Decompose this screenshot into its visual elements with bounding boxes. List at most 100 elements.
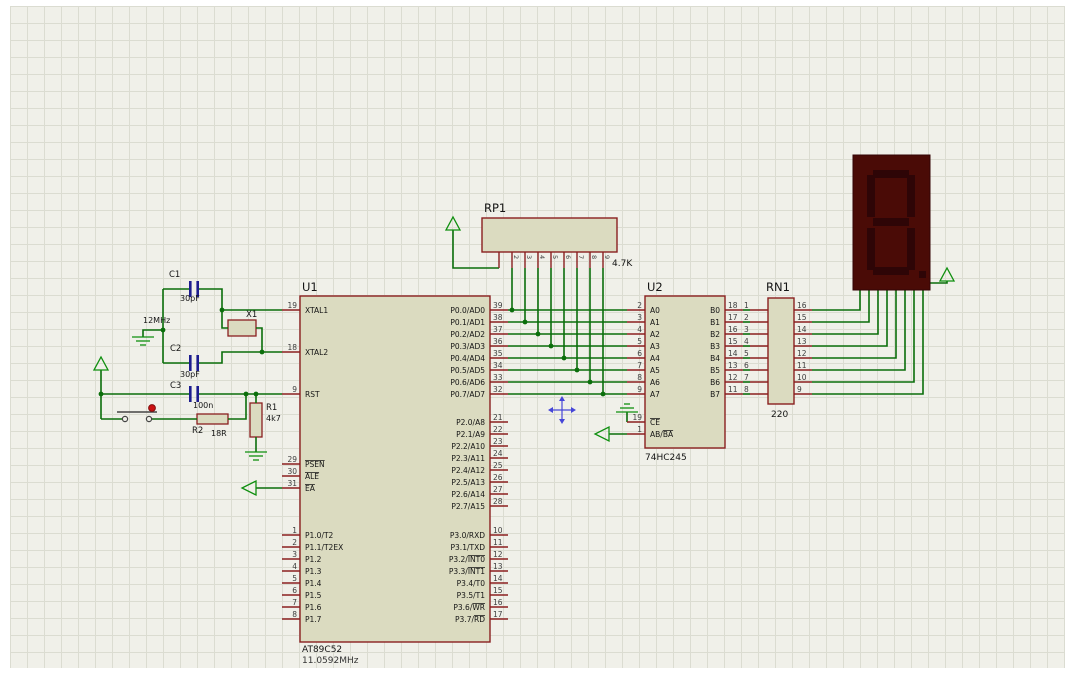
- push-button-contact[interactable]: [145, 415, 153, 423]
- pin-number: 36: [493, 337, 503, 346]
- pin-name: P2.6/A14: [451, 490, 485, 499]
- junction-dot: [98, 391, 104, 397]
- u1-clock-label: 11.0592MHz: [302, 656, 359, 666]
- pin-name: B3: [710, 342, 720, 351]
- x1-ref-label: X1: [246, 310, 257, 320]
- pin-number: 14: [797, 325, 807, 334]
- pin-name: CE: [650, 418, 660, 427]
- pin-number: 19: [632, 413, 642, 422]
- pin-name: P2.0/A8: [456, 418, 485, 427]
- pin-name: B6: [710, 378, 720, 387]
- seven-segment-display[interactable]: [852, 154, 931, 291]
- pin-number: 6: [292, 586, 297, 595]
- junction-dot: [259, 349, 265, 355]
- push-button-contact[interactable]: [121, 415, 129, 423]
- r2-body[interactable]: [196, 413, 229, 425]
- r2-ref-label: R2: [192, 426, 203, 436]
- rn1-body[interactable]: [767, 297, 795, 405]
- cursor-crosshair-icon: [571, 407, 576, 413]
- pin-name: P0.6/AD6: [450, 378, 485, 387]
- pin-number: 4: [744, 337, 749, 346]
- capacitor-plate[interactable]: [196, 355, 199, 371]
- pin-name: P3.0/RXD: [450, 531, 485, 540]
- pin-name: P0.2/AD2: [450, 330, 485, 339]
- pin-name: P2.7/A15: [451, 502, 485, 511]
- c1-value-label: 30pF: [180, 294, 200, 303]
- pin-number: 9: [292, 385, 297, 394]
- segment-e: [867, 228, 875, 270]
- junction-dot: [219, 307, 225, 313]
- pin-number: 6: [564, 255, 572, 259]
- pin-number: 4: [538, 255, 546, 259]
- pin-number: 13: [797, 337, 807, 346]
- pin-number: 21: [493, 413, 503, 422]
- pin-number: 7: [637, 361, 642, 370]
- pin-number: 18: [728, 301, 738, 310]
- capacitor-plate[interactable]: [189, 386, 192, 402]
- cursor-crosshair-icon: [559, 419, 565, 424]
- pin-name: P0.7/AD7: [450, 390, 485, 399]
- wire[interactable]: [228, 394, 247, 420]
- power-terminal[interactable]: [92, 355, 110, 371]
- c1-ref-label: C1: [169, 270, 180, 280]
- power-terminal[interactable]: [938, 266, 956, 282]
- wire[interactable]: [256, 327, 263, 352]
- wire[interactable]: [812, 290, 879, 335]
- c2-value-label: 30pF: [180, 370, 200, 379]
- pin-name: ALE: [305, 472, 319, 481]
- u1-part-label: AT89C52: [302, 645, 342, 655]
- power-terminal[interactable]: [444, 215, 462, 231]
- pin-name: P1.1/T2EX: [305, 543, 343, 552]
- pin-name: P3.4/T0: [457, 579, 486, 588]
- wire[interactable]: [812, 290, 888, 347]
- pin-name: P0.0/AD0: [450, 306, 485, 315]
- pin-number: 33: [493, 373, 503, 382]
- pin-number: 2: [292, 538, 297, 547]
- pin-number: 9: [797, 385, 802, 394]
- pin-number: 12: [797, 349, 807, 358]
- pin-name: P3.6/WR: [453, 603, 485, 612]
- u1-ref-label: U1: [302, 280, 318, 294]
- wire[interactable]: [142, 329, 163, 337]
- pin-name: B2: [710, 330, 720, 339]
- junction-dot: [561, 355, 567, 361]
- pin-name: XTAL2: [305, 348, 328, 357]
- pin-number: 23: [493, 437, 503, 446]
- pin-number: 2: [512, 255, 520, 259]
- capacitor-plate[interactable]: [196, 386, 199, 402]
- c2-ref-label: C2: [170, 344, 181, 354]
- pin-number: 19: [287, 301, 297, 310]
- wire[interactable]: [812, 290, 924, 395]
- pin-name: P2.1/A9: [456, 430, 485, 439]
- r1-body[interactable]: [249, 402, 263, 438]
- u2-part-label: 74HC245: [645, 453, 687, 463]
- pin-number: 3: [744, 325, 749, 334]
- pin-name: P1.0/T2: [305, 531, 334, 540]
- schematic-canvas[interactable]: 19XTAL118XTAL29RST29PSEN30ALE31EA1P1.0/T…: [0, 0, 1065, 680]
- segment-f: [867, 175, 875, 217]
- pin-number: 5: [292, 574, 297, 583]
- power-terminal[interactable]: [593, 425, 610, 443]
- u2-ref-label: U2: [647, 280, 663, 294]
- pin-number: 25: [493, 461, 503, 470]
- pin-name: A2: [650, 330, 660, 339]
- power-terminal[interactable]: [240, 479, 257, 497]
- rn1-value-label: 220: [771, 410, 788, 420]
- junction-dot: [243, 391, 249, 397]
- button-actuator[interactable]: [148, 404, 156, 412]
- pin-name: A6: [650, 378, 660, 387]
- rp1-body[interactable]: [481, 217, 618, 253]
- pin-number: 34: [493, 361, 503, 370]
- pin-number: 14: [493, 574, 503, 583]
- wire[interactable]: [812, 290, 897, 359]
- pin-number: 6: [637, 349, 642, 358]
- capacitor-plate[interactable]: [189, 355, 192, 371]
- x1-crystal-body[interactable]: [227, 319, 257, 337]
- c3-ref-label: C3: [170, 381, 181, 391]
- wire[interactable]: [199, 351, 282, 364]
- pin-number: 15: [797, 313, 807, 322]
- wire[interactable]: [812, 290, 915, 383]
- junction-dot: [574, 367, 580, 373]
- wire[interactable]: [812, 290, 861, 311]
- pin-number: 4: [292, 562, 297, 571]
